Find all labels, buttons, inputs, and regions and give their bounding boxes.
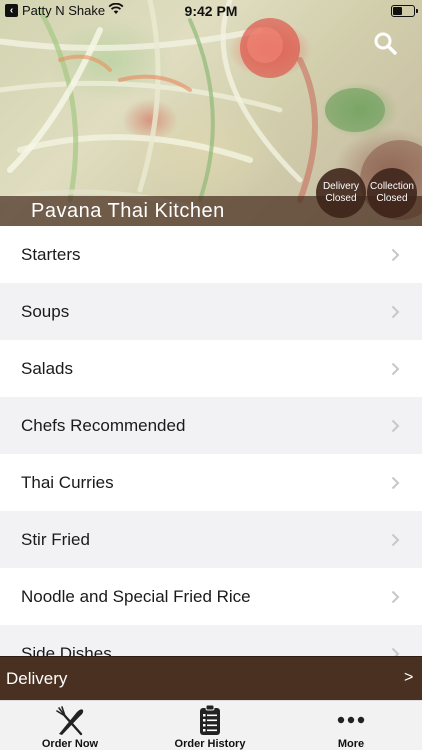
- menu-item-label: Soups: [21, 301, 70, 321]
- tab-order-now[interactable]: Order Now: [0, 701, 140, 750]
- menu-item-label: Starters: [21, 244, 81, 264]
- menu-item-label: Salads: [21, 358, 73, 378]
- menu-item-label: Noodle and Special Fried Rice: [21, 586, 251, 606]
- chevron-right-icon: [391, 533, 400, 547]
- menu-item-label: Stir Fried: [21, 529, 90, 549]
- chevron-right-icon: [391, 248, 400, 262]
- status-bar: ‹ Patty N Shake 9:42 PM: [0, 0, 422, 22]
- clipboard-list-icon: [200, 704, 220, 735]
- chevron-right-icon: [391, 305, 400, 319]
- search-icon[interactable]: [372, 30, 400, 58]
- menu-category-list: Starters Soups Salads Chefs Recommended …: [0, 226, 422, 656]
- bottom-tab-bar: Order Now Order History More: [0, 700, 422, 750]
- delivery-mode-label: Delivery: [6, 669, 68, 688]
- menu-item-chefs-recommended[interactable]: Chefs Recommended: [0, 397, 422, 454]
- tab-more[interactable]: More: [281, 701, 421, 750]
- menu-item-thai-curries[interactable]: Thai Curries: [0, 454, 422, 511]
- tab-label: Order Now: [41, 738, 99, 750]
- chevron-right-icon: [391, 362, 400, 376]
- delivery-status-line2: Closed: [325, 193, 357, 204]
- menu-item-label: Thai Curries: [21, 472, 114, 492]
- menu-item-starters[interactable]: Starters: [0, 226, 422, 283]
- chevron-right-icon: [391, 419, 400, 433]
- clock: 9:42 PM: [184, 3, 238, 19]
- delivery-status-badge: Delivery Closed: [316, 168, 366, 218]
- tab-label: Order History: [174, 738, 246, 750]
- menu-item-side-dishes[interactable]: Side Dishes: [0, 625, 422, 656]
- chevron-right-icon: [391, 590, 400, 604]
- menu-item-label: Side Dishes: [21, 643, 112, 657]
- collection-status-line1: Collection: [370, 181, 414, 192]
- collection-status-badge: Collection Closed: [367, 168, 417, 218]
- menu-item-stir-fried[interactable]: Stir Fried: [0, 511, 422, 568]
- chevron-right-icon: [391, 647, 400, 656]
- delivery-mode-arrow-icon: >: [404, 669, 414, 686]
- tab-order-history[interactable]: Order History: [140, 701, 280, 750]
- menu-item-noodle-fried-rice[interactable]: Noodle and Special Fried Rice: [0, 568, 422, 625]
- collection-status-line2: Closed: [376, 193, 408, 204]
- fork-knife-icon: [56, 706, 84, 736]
- chevron-right-icon: [391, 476, 400, 490]
- tab-label: More: [337, 738, 365, 750]
- restaurant-title: Pavana Thai Kitchen: [31, 200, 225, 222]
- more-dots-icon: [337, 716, 365, 724]
- menu-item-soups[interactable]: Soups: [0, 283, 422, 340]
- menu-item-label: Chefs Recommended: [21, 415, 186, 435]
- delivery-mode-bar[interactable]: Delivery >: [0, 656, 422, 700]
- delivery-status-line1: Delivery: [322, 181, 360, 192]
- battery-icon: [391, 5, 418, 17]
- menu-item-salads[interactable]: Salads: [0, 340, 422, 397]
